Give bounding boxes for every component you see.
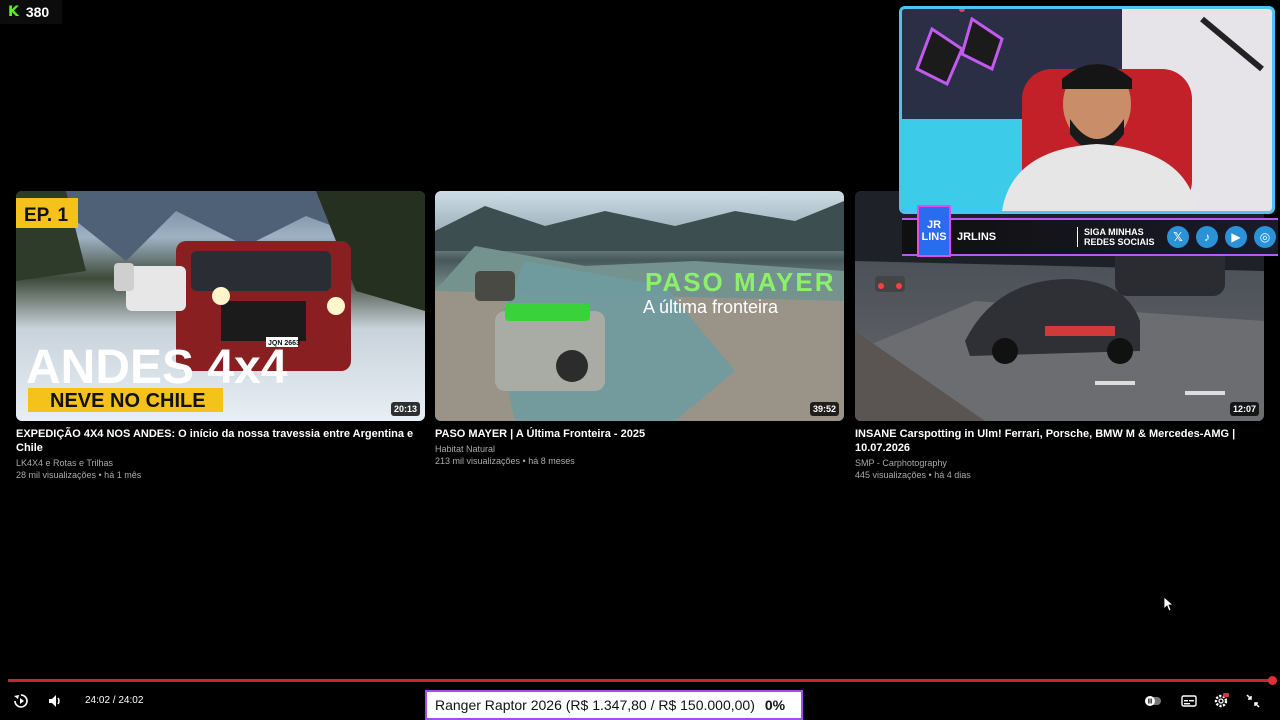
logo-bottom-text: LINS (921, 231, 947, 243)
channel-name[interactable]: LK4X4 e Rotas e Trilhas (16, 457, 425, 469)
streamer-name: JRLINS (957, 231, 997, 243)
video-card[interactable]: JQN 2663 EP. 1 ANDES 4x4 NEVE NO CHILE 2… (16, 191, 425, 481)
progress-bar[interactable] (8, 679, 1274, 682)
video-thumbnail[interactable]: PASO MAYER A última fronteira 39:52 (435, 191, 844, 421)
thumbnail-art: PASO MAYER A última fronteira (435, 201, 844, 421)
progress-scrubber[interactable] (1268, 676, 1277, 685)
thumbnail-art: JQN 2663 EP. 1 ANDES 4x4 NEVE NO CHILE (16, 191, 425, 412)
cta-line-1: SIGA MINHAS (1084, 227, 1144, 237)
channel-name[interactable]: SMP - Carphotography (855, 457, 1264, 469)
subtitles-icon[interactable] (1180, 692, 1198, 710)
replay-icon[interactable] (12, 692, 30, 710)
thumb-badge: EP. 1 (24, 205, 68, 226)
stream-screen: K 380 JQN 2663 EP. 1 ANDES 4x4 NEVE NO C… (0, 0, 1280, 720)
video-title[interactable]: PASO MAYER | A Última Fronteira - 2025 (435, 427, 844, 441)
jrlins-logo: JR LINS (917, 205, 951, 257)
thumb-sub: A última fronteira (643, 297, 779, 317)
exit-fullscreen-icon[interactable] (1244, 692, 1262, 710)
kick-logo-icon: K (8, 4, 19, 20)
video-stats: 445 visualizações • há 4 dias (855, 470, 971, 480)
duration-badge: 39:52 (809, 402, 839, 416)
video-stats: 213 mil visualizações • há 8 meses (435, 456, 575, 466)
viewer-count: 380 (25, 4, 50, 20)
thumb-headline: ANDES 4x4 (26, 341, 288, 394)
video-card[interactable]: PASO MAYER A última fronteira 39:52 PASO… (435, 191, 844, 467)
x-icon: 𝕏 (1167, 226, 1189, 248)
thumb-headline: PASO MAYER (645, 267, 836, 297)
goal-percent: 0% (764, 697, 786, 713)
kick-viewer-badge: K 380 (0, 0, 62, 24)
social-icons: 𝕏 ♪ ▶ ◎ (1167, 226, 1276, 248)
social-cta: SIGA MINHAS REDES SOCIAIS (1077, 227, 1163, 247)
settings-gear-icon[interactable] (1212, 692, 1230, 710)
video-stats: 28 mil visualizações • há 1 mês (16, 470, 142, 480)
autoplay-toggle-icon[interactable] (1144, 692, 1162, 710)
thumb-sub: NEVE NO CHILE (50, 390, 206, 412)
donation-goal-widget: Ranger Raptor 2026 (R$ 1.347,80 / R$ 150… (425, 690, 803, 720)
instagram-icon: ◎ (1254, 226, 1276, 248)
webcam-scene (902, 9, 1272, 211)
webcam-overlay (899, 6, 1275, 214)
channel-name[interactable]: Habitat Natural (435, 443, 844, 455)
cta-line-2: REDES SOCIAIS (1084, 237, 1155, 247)
logo-top-text: JR (926, 219, 942, 231)
time-display: 24:02 / 24:02 (85, 695, 144, 706)
video-title[interactable]: INSANE Carspotting in Ulm! Ferrari, Pors… (855, 427, 1264, 455)
social-banner: JR LINS JRLINS SIGA MINHAS REDES SOCIAIS… (902, 205, 1278, 257)
volume-icon[interactable] (46, 692, 64, 710)
mouse-cursor-icon (1164, 597, 1174, 611)
duration-badge: 20:13 (390, 402, 420, 416)
goal-text: Ranger Raptor 2026 (R$ 1.347,80 / R$ 150… (435, 697, 755, 713)
youtube-icon: ▶ (1225, 226, 1247, 248)
video-title[interactable]: EXPEDIÇÃO 4X4 NOS ANDES: O início da nos… (16, 427, 425, 455)
tiktok-icon: ♪ (1196, 226, 1218, 248)
duration-badge: 12:07 (1229, 402, 1259, 416)
video-thumbnail[interactable]: JQN 2663 EP. 1 ANDES 4x4 NEVE NO CHILE 2… (16, 191, 425, 421)
